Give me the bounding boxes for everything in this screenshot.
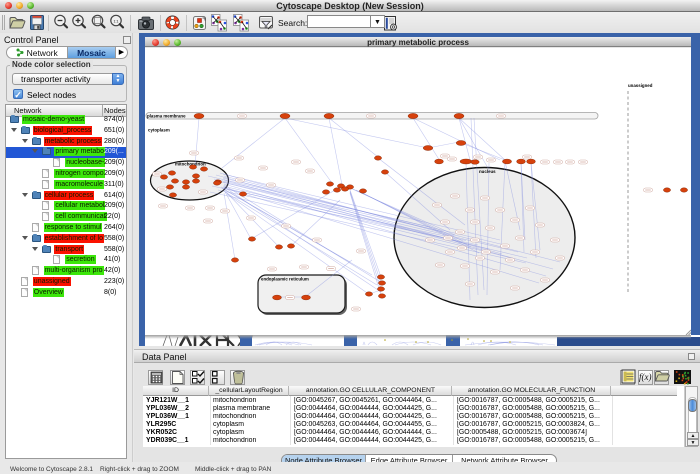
svg-text:unassigned: unassigned [628,83,653,88]
svg-text:f(x): f(x) [639,372,652,382]
svg-text:cytoplasm: cytoplasm [148,128,170,133]
svg-text:nucleus: nucleus [479,169,496,174]
svg-text:1:1: 1:1 [114,19,119,23]
svg-text:plasma membrane: plasma membrane [147,114,186,119]
svg-text:endoplasmic reticulum: endoplasmic reticulum [261,277,309,282]
